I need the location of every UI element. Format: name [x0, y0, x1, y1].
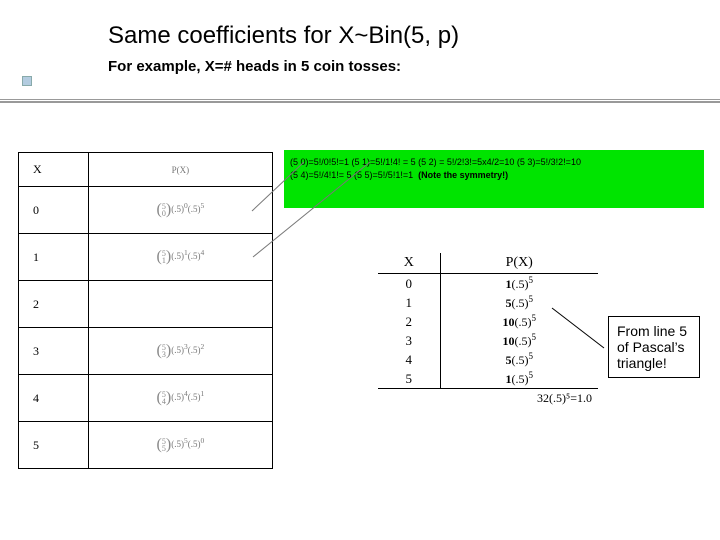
green-line1: (5 0)=5!/0!5!=1 (5 1)=5!/1!4! = 5 (5 2) …	[290, 157, 581, 167]
page-subtitle: For example, X=# heads in 5 coin tosses:	[108, 58, 720, 75]
rsum: 32(.5)⁵=1.0	[440, 389, 598, 408]
rx: 5	[378, 369, 440, 389]
rth-px: P(X)	[440, 253, 598, 274]
rx: 1	[378, 293, 440, 312]
cell-px: (50)(.5)0(.5)5	[88, 187, 272, 234]
green-derivation-box: (5 0)=5!/0!5!=1 (5 1)=5!/1!4! = 5 (5 2) …	[284, 150, 704, 208]
bullet-icon	[22, 76, 32, 86]
th-x: X	[19, 153, 89, 187]
right-summary-table: X P(X) 01(.5)5 15(.5)5 210(.5)5 310(.5)5…	[378, 253, 598, 407]
rx: 0	[378, 274, 440, 294]
left-prob-table: X P(X) 0(50)(.5)0(.5)5 1(51)(.5)1(.5)4 2…	[18, 152, 273, 469]
rx: 4	[378, 350, 440, 369]
rpx: 1(.5)5	[440, 274, 598, 294]
cell-x: 1	[19, 234, 89, 281]
green-line2: (5 4)=5!/4!1!= 5 (5 5)=5!/5!1!=1	[290, 170, 413, 180]
cell-x: 0	[19, 187, 89, 234]
th-px: P(X)	[88, 153, 272, 187]
cell-x: 4	[19, 375, 89, 422]
cell-px: (55)(.5)5(.5)0	[88, 422, 272, 469]
rx: 2	[378, 312, 440, 331]
rth-x: X	[378, 253, 440, 274]
rpx: 5(.5)5	[440, 293, 598, 312]
rpx: 1(.5)5	[440, 369, 598, 389]
pascal-note: From line 5 of Pascal’s triangle!	[608, 316, 700, 378]
rx: 3	[378, 331, 440, 350]
cell-x: 2	[19, 281, 89, 328]
rpx: 10(.5)5	[440, 312, 598, 331]
cell-px: (53)(.5)3(.5)2	[88, 328, 272, 375]
rpx: 5(.5)5	[440, 350, 598, 369]
cell-px	[88, 281, 272, 328]
cell-px: (54)(.5)4(.5)1	[88, 375, 272, 422]
title-underline	[0, 99, 720, 103]
cell-px: (51)(.5)1(.5)4	[88, 234, 272, 281]
page-title: Same coefficients for X~Bin(5, p)	[108, 22, 720, 50]
green-note: (Note the symmetry!)	[418, 170, 508, 180]
cell-x: 5	[19, 422, 89, 469]
cell-x: 3	[19, 328, 89, 375]
rpx: 10(.5)5	[440, 331, 598, 350]
rsum-blank	[378, 389, 440, 408]
